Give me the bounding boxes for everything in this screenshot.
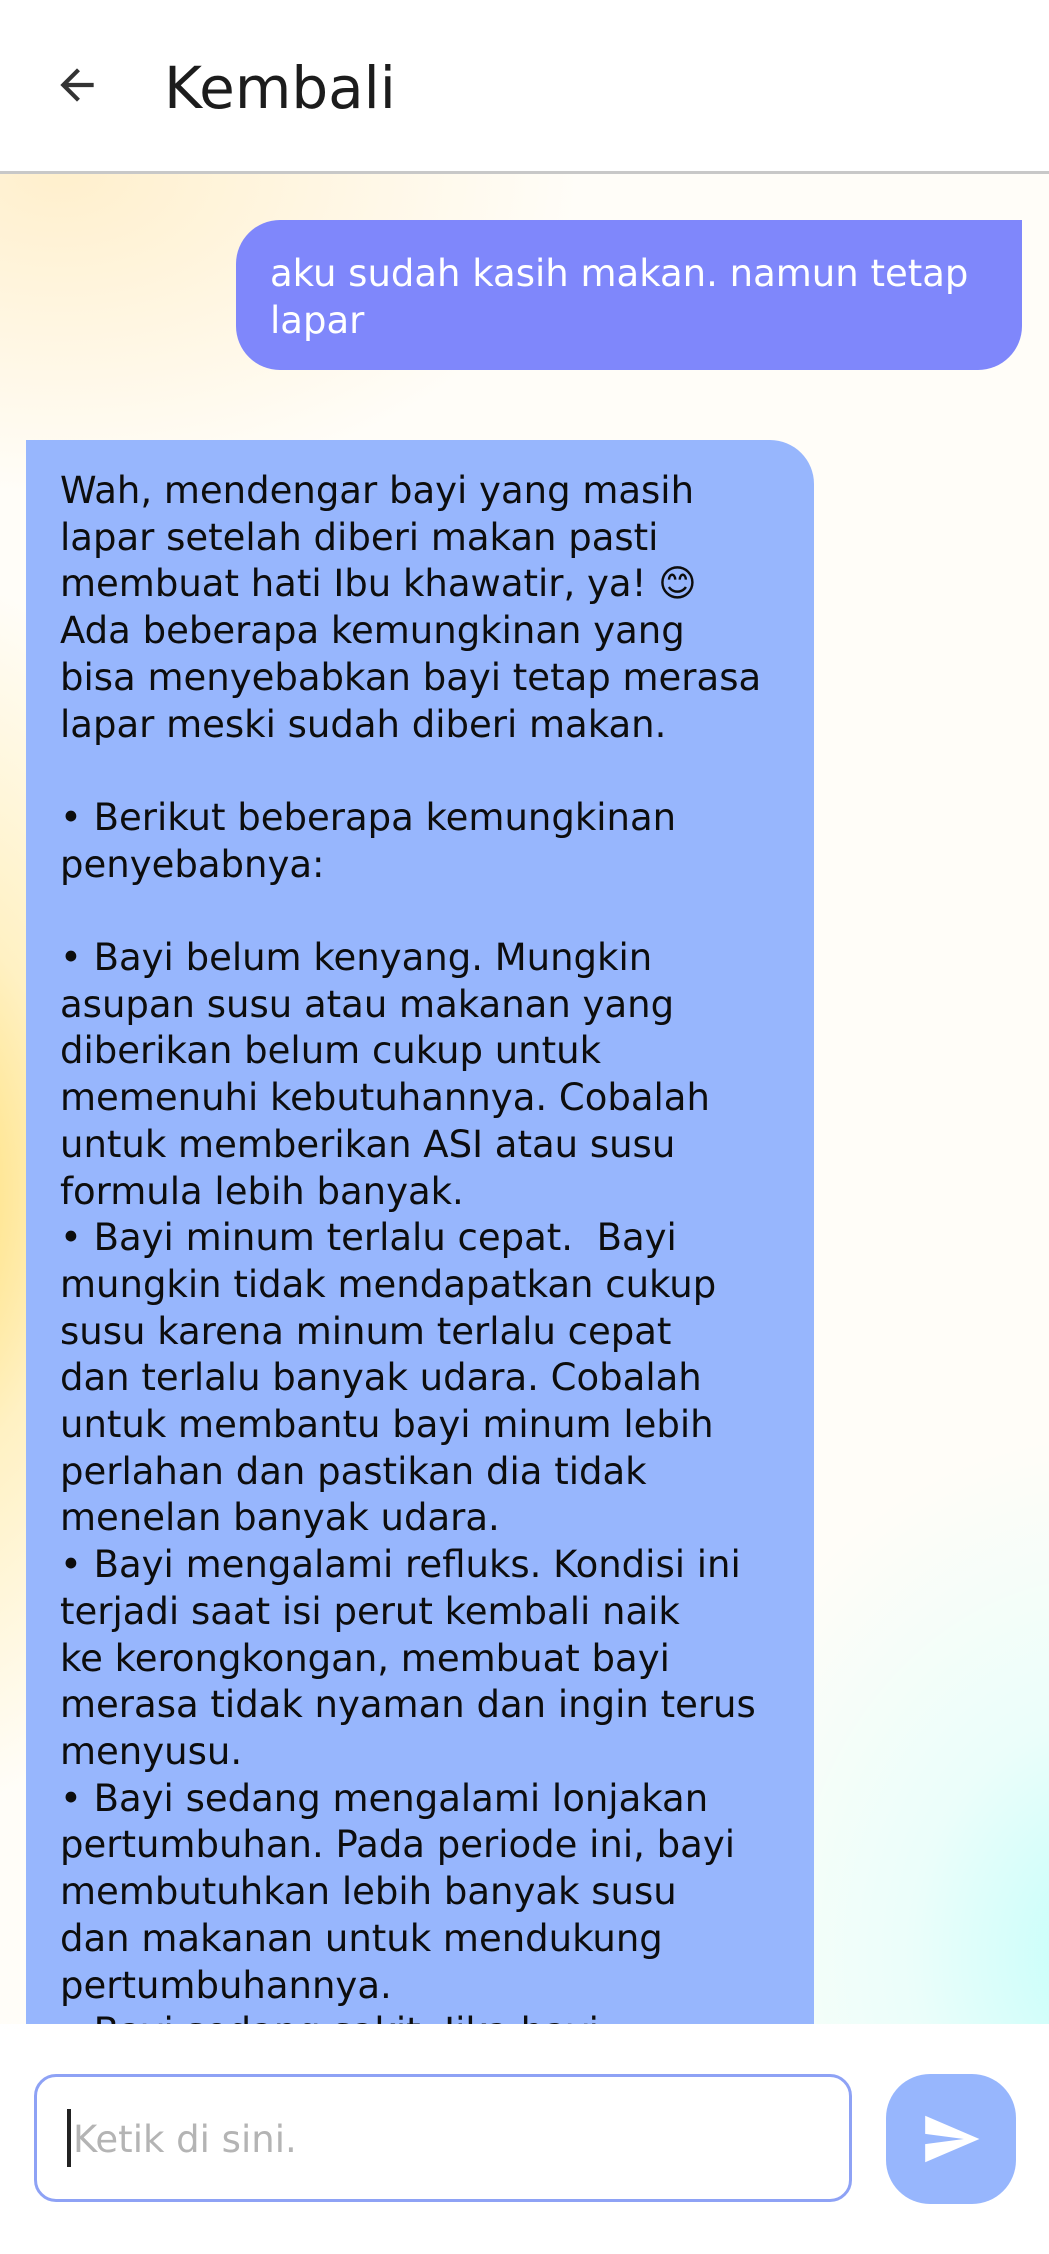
message-input[interactable] bbox=[71, 2077, 835, 2201]
back-button[interactable] bbox=[44, 52, 110, 118]
page-title: Kembali bbox=[164, 54, 396, 122]
arrow-left-icon bbox=[60, 68, 94, 102]
user-message-bubble: aku sudah kasih makan. namun tetap lapar bbox=[236, 220, 1022, 370]
send-button[interactable] bbox=[886, 2074, 1016, 2204]
assistant-message-bubble: Wah, mendengar bayi yang masih lapar set… bbox=[26, 440, 814, 2024]
send-icon bbox=[925, 2115, 980, 2163]
app-header: Kembali bbox=[0, 0, 1049, 174]
message-input-box[interactable] bbox=[34, 2074, 852, 2202]
message-composer bbox=[0, 2024, 1049, 2254]
chat-area[interactable]: aku sudah kasih makan. namun tetap lapar… bbox=[0, 174, 1049, 2024]
